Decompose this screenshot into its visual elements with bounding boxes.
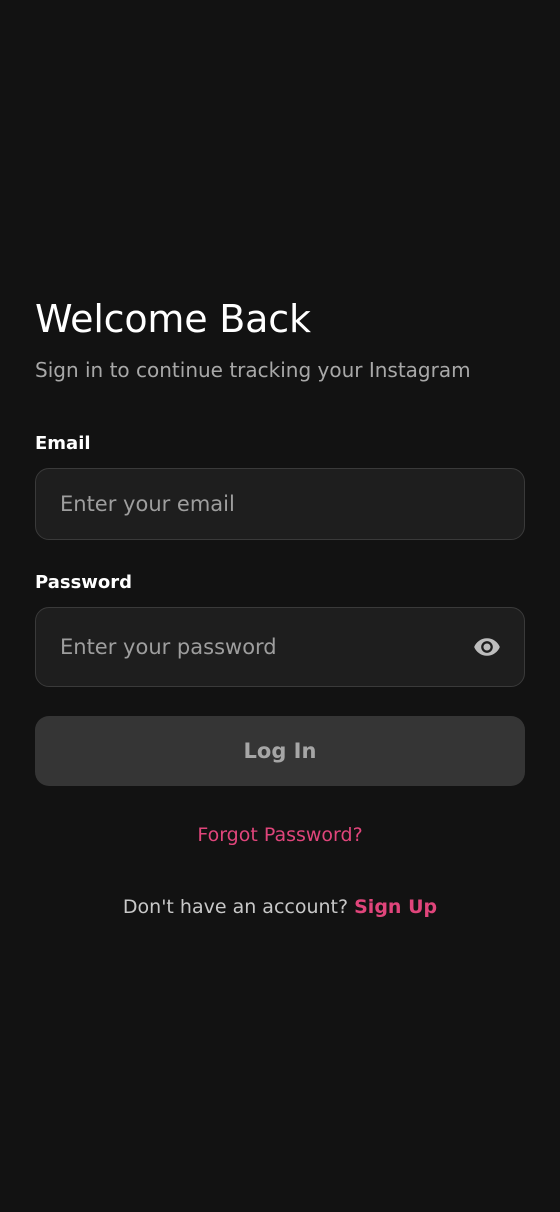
email-label: Email — [35, 433, 91, 454]
login-screen: Welcome Back Sign in to continue trackin… — [0, 0, 560, 1212]
page-subtitle: Sign in to continue tracking your Instag… — [35, 358, 471, 382]
signup-row: Don't have an account? Sign Up — [35, 894, 525, 920]
login-form: Welcome Back Sign in to continue trackin… — [35, 296, 525, 920]
signup-link[interactable]: Sign Up — [354, 896, 437, 918]
password-field-container — [35, 607, 525, 687]
password-field[interactable] — [60, 635, 472, 659]
password-label: Password — [35, 572, 133, 593]
page-title: Welcome Back — [35, 297, 311, 341]
email-field-container — [35, 468, 525, 540]
login-button[interactable]: Log In — [35, 716, 525, 786]
eye-icon[interactable] — [472, 632, 502, 662]
forgot-password-link[interactable]: Forgot Password? — [35, 822, 525, 848]
signup-prompt: Don't have an account? — [122, 896, 355, 918]
email-field[interactable] — [60, 492, 500, 516]
